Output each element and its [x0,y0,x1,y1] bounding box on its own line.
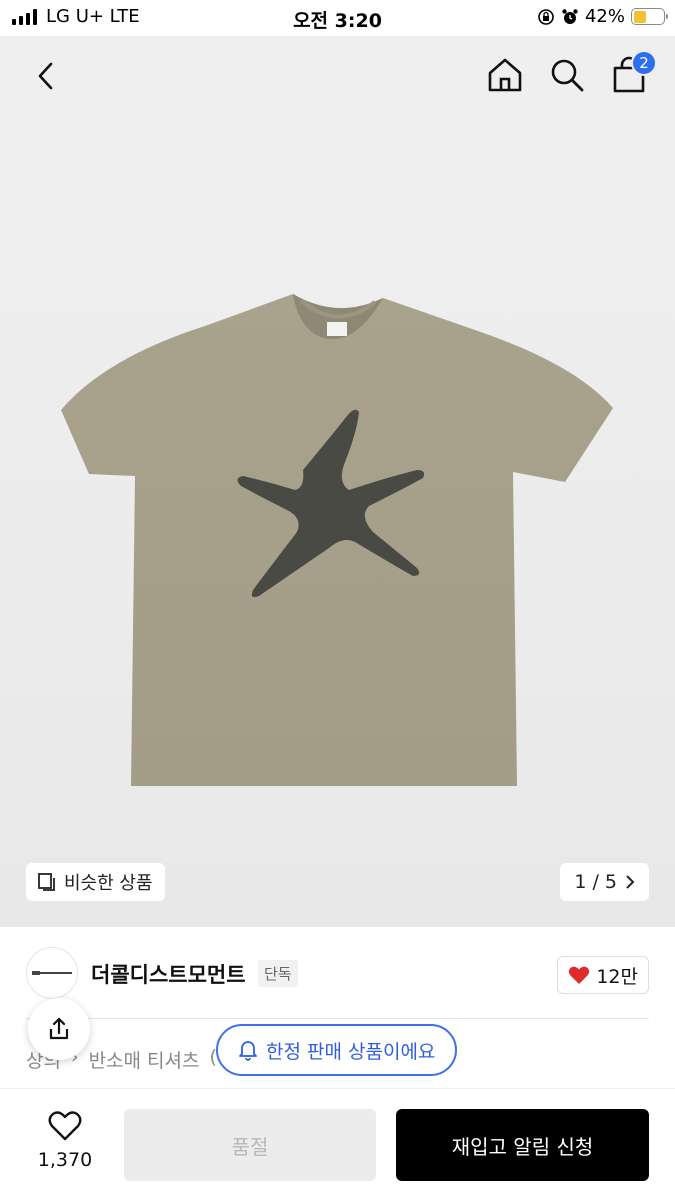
alarm-icon [562,8,578,24]
brand-logo-mark [32,971,72,975]
header-actions: 2 [485,50,657,96]
bell-icon [239,1041,257,1061]
status-right: 42% [537,6,668,27]
page-indicator-label: 1 / 5 [574,871,617,893]
image-page-indicator[interactable]: 1 / 5 [560,863,649,901]
cart-button[interactable]: 2 [609,50,657,96]
breadcrumb-item-short-sleeve[interactable]: 반소매 티셔츠 [89,1046,200,1073]
wishlist-count: 1,370 [37,1149,93,1171]
chevron-right-icon [626,875,635,889]
similar-products-button[interactable]: 비슷한 상품 [26,863,165,901]
tshirt-label [327,322,347,336]
brand-row: 더콜디스트모먼트 단독 12만 [0,926,675,1018]
similar-label: 비슷한 상품 [64,873,153,894]
share-button[interactable] [28,998,90,1060]
battery-icon [631,8,668,25]
stack-icon [38,873,55,891]
exclusive-tag: 단독 [258,960,298,987]
battery-percent: 42% [584,6,625,27]
product-image[interactable] [55,286,620,791]
restock-alert-button[interactable]: 재입고 알림 신청 [396,1109,649,1181]
divider [26,1018,649,1019]
brand-logo[interactable] [26,947,78,999]
limited-sale-notice: 한정 판매 상품이에요 [216,1024,458,1076]
home-icon[interactable] [485,54,525,96]
back-button[interactable] [26,56,66,96]
brand-name[interactable]: 더콜디스트모먼트 [91,959,246,989]
share-icon [49,1017,69,1040]
heart-outline-icon [48,1111,82,1141]
search-icon[interactable] [547,54,587,96]
product-gallery[interactable]: 2 비슷한 상품 1 / 5 [0,36,675,926]
heart-filled-icon [569,966,590,984]
rotation-lock-icon [538,8,554,25]
status-bar: LG U+ LTE 오전 3:20 42% [0,0,675,36]
wishlist-button[interactable]: 1,370 [30,1111,100,1171]
battery-fill [633,10,646,23]
bottom-action-bar: 1,370 품절 재입고 알림 신청 [0,1088,675,1200]
soldout-button: 품절 [124,1109,376,1181]
limited-sale-label: 한정 판매 상품이에요 [266,1040,436,1063]
brand-like-button[interactable]: 12만 [557,956,649,994]
cart-count-badge: 2 [631,50,657,76]
brand-like-count: 12만 [596,965,638,988]
